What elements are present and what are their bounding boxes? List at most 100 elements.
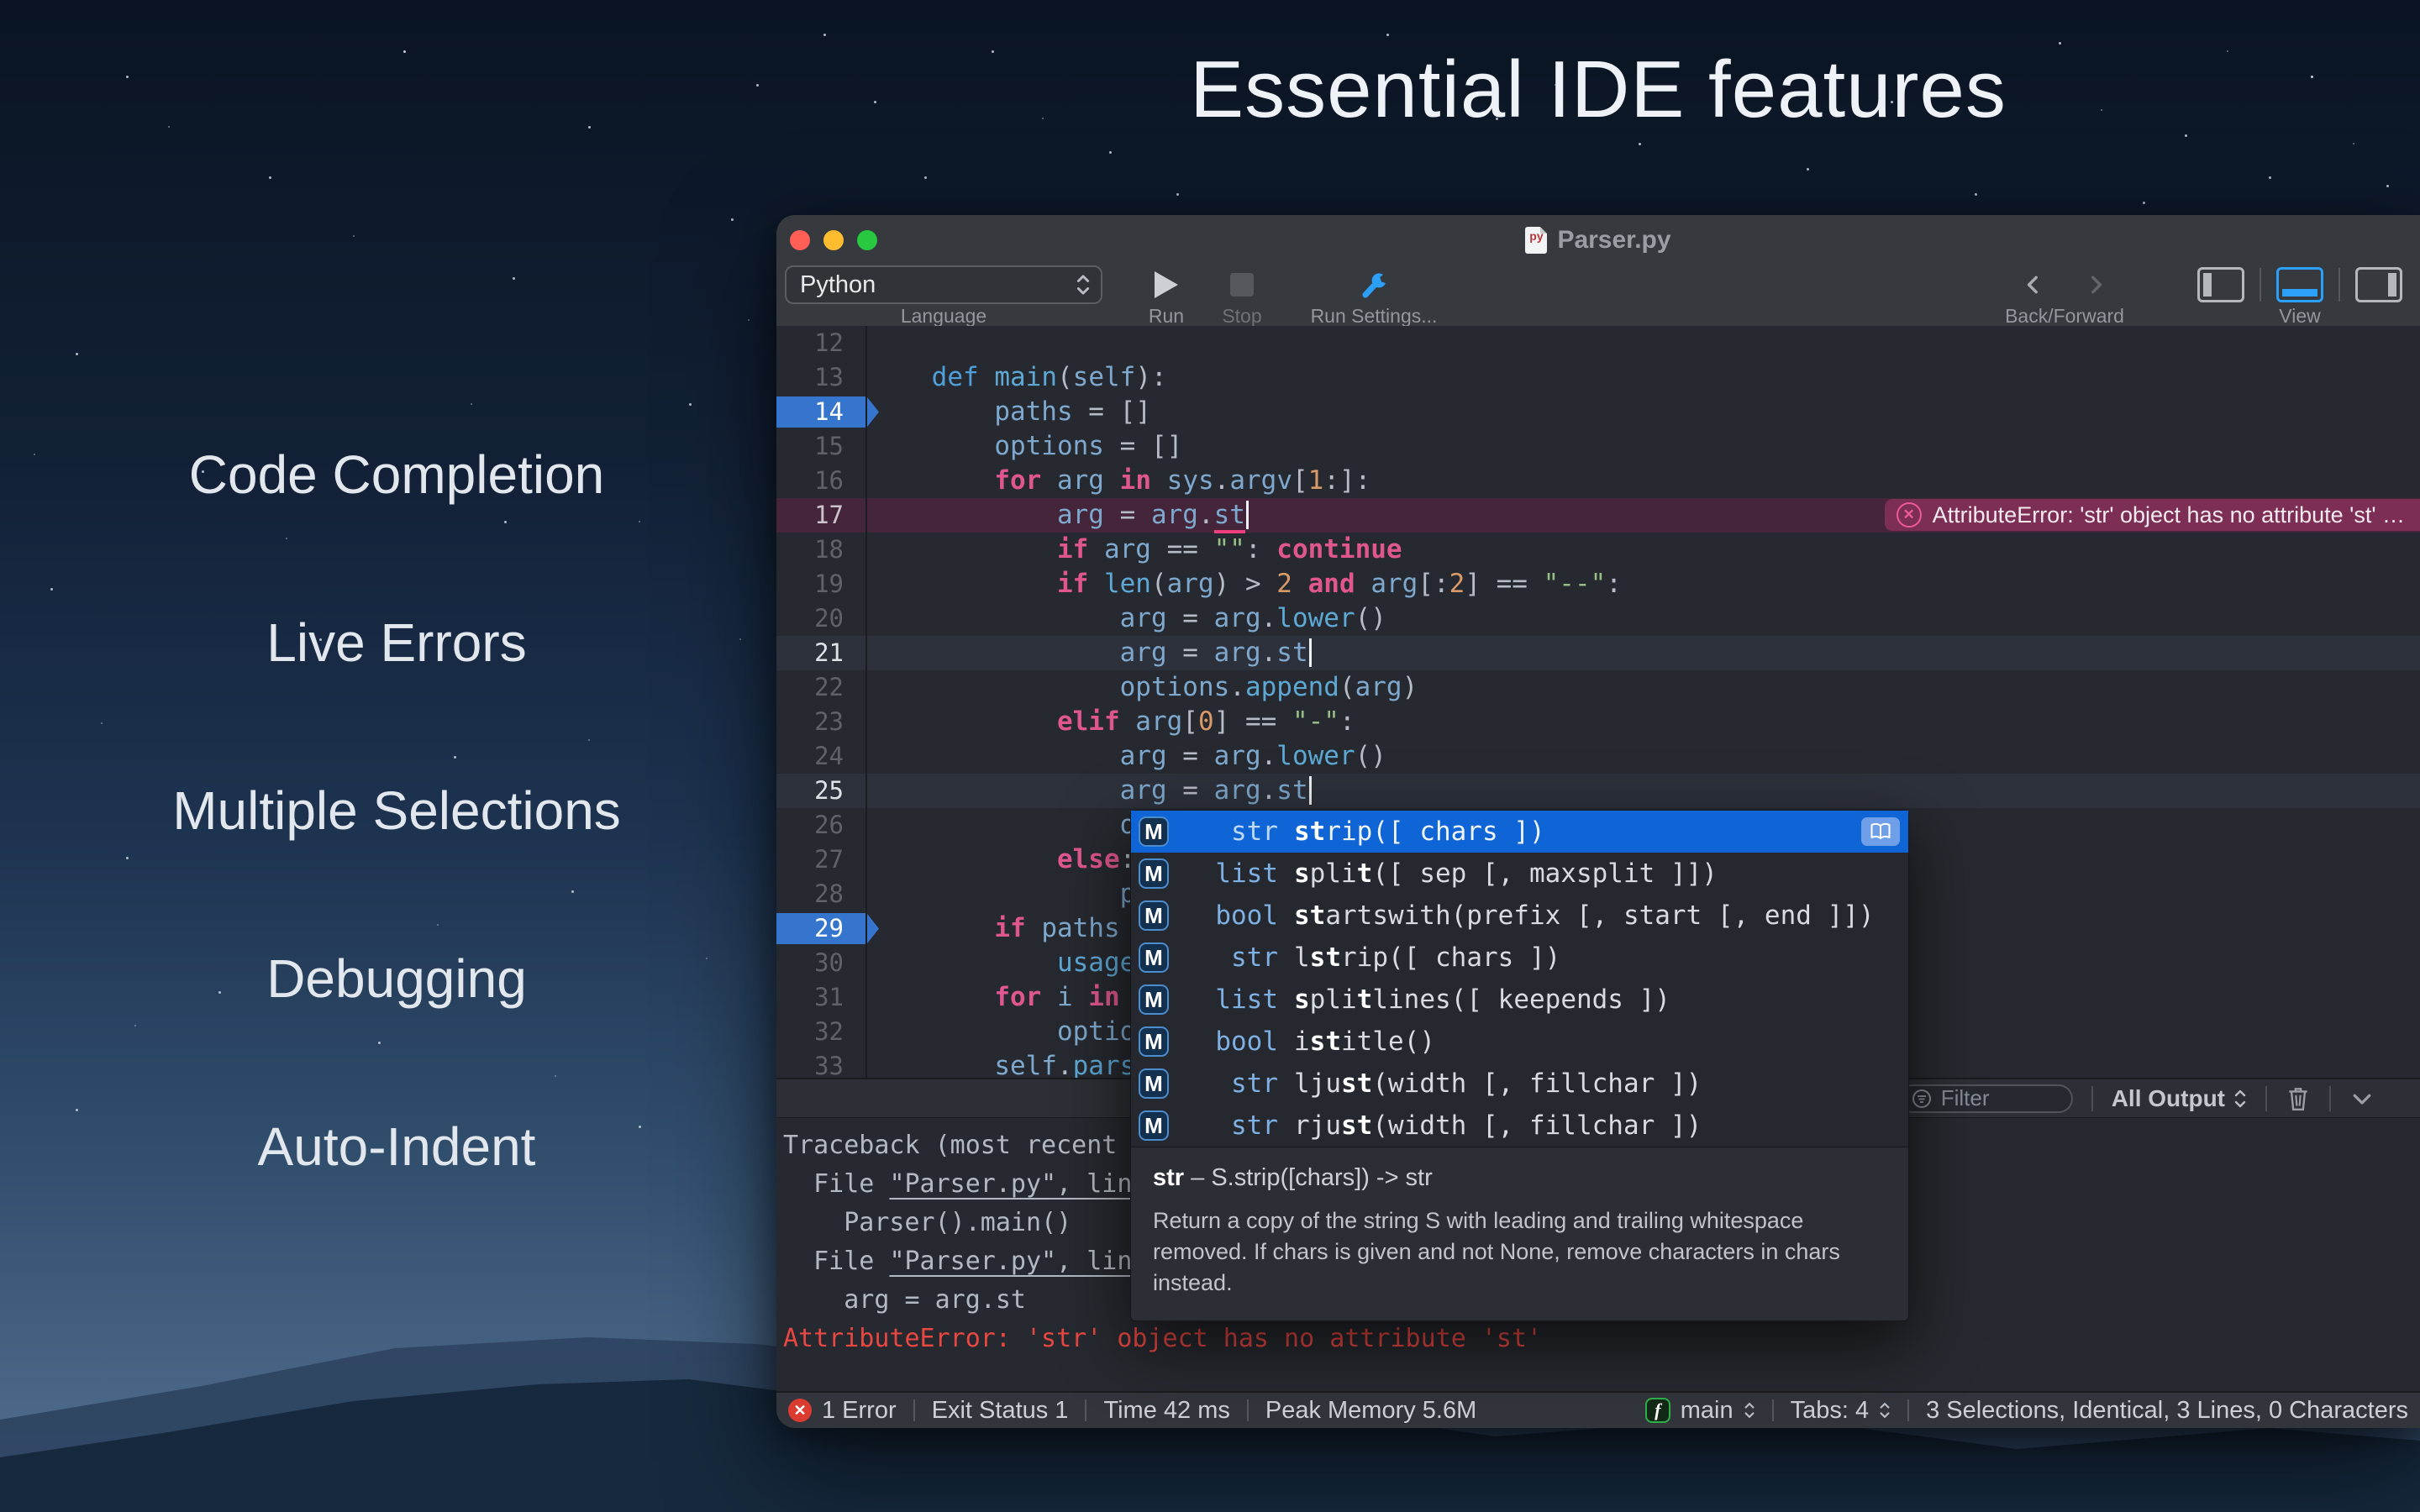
- code-line: 18 if arg == "": continue: [776, 533, 2420, 567]
- code-text[interactable]: if arg == "": continue: [867, 533, 2420, 567]
- code-text[interactable]: [867, 326, 2420, 360]
- line-number[interactable]: 16: [776, 464, 867, 498]
- python-file-icon: py: [1525, 227, 1547, 254]
- line-number[interactable]: 32: [776, 1015, 867, 1049]
- line-number[interactable]: 31: [776, 980, 867, 1015]
- completion-item[interactable]: Mboolistitle(): [1131, 1021, 1908, 1063]
- line-number[interactable]: 28: [776, 877, 867, 911]
- toggle-right-panel-button[interactable]: [2355, 267, 2402, 302]
- collapse-console-button[interactable]: [2349, 1086, 2375, 1111]
- stop-button[interactable]: [1230, 265, 1254, 304]
- line-number[interactable]: 21: [776, 636, 867, 670]
- filter-field[interactable]: [1898, 1084, 2073, 1113]
- completion-item[interactable]: Mstrlstrip([ chars ]): [1131, 937, 1908, 979]
- feature-item: Code Completion: [0, 441, 793, 508]
- code-text[interactable]: arg = arg.st: [867, 774, 2420, 808]
- text-cursor: [1246, 501, 1249, 529]
- line-number[interactable]: 33: [776, 1049, 867, 1078]
- line-number[interactable]: 20: [776, 601, 867, 636]
- completion-item[interactable]: Mboolstartswith(prefix [, start [, end ]…: [1131, 895, 1908, 937]
- updown-chevron-icon: [1076, 272, 1091, 297]
- run-settings-label: Run Settings...: [1311, 305, 1438, 328]
- completion-list: Mstrstrip([ chars ])Mlistsplit([ sep [, …: [1131, 811, 1908, 1147]
- filter-input[interactable]: [1939, 1084, 2052, 1112]
- return-type: list: [1179, 858, 1278, 889]
- clear-console-button[interactable]: [2286, 1085, 2311, 1112]
- completion-item[interactable]: Mlistsplitlines([ keepends ]): [1131, 979, 1908, 1021]
- line-number[interactable]: 19: [776, 567, 867, 601]
- toggle-left-panel-button[interactable]: [2197, 267, 2244, 302]
- feature-item: Debugging: [0, 945, 793, 1012]
- code-line: 17 ✕AttributeError: 'str' object has no a…: [776, 498, 2420, 533]
- completion-item[interactable]: Mstrljust(width [, fillchar ]): [1131, 1063, 1908, 1105]
- run-settings-button[interactable]: [1358, 265, 1390, 304]
- tabs-select[interactable]: Tabs: 4: [1791, 1397, 1891, 1425]
- line-number[interactable]: 24: [776, 739, 867, 774]
- completion-item[interactable]: Mstrstrip([ chars ]): [1131, 811, 1908, 853]
- code-text[interactable]: if len(arg) > 2 and arg[:2] == "--":: [867, 567, 2420, 601]
- line-number[interactable]: 26: [776, 808, 867, 843]
- status-bar: ✕ 1 Error Exit Status 1 Time 42 ms Peak …: [776, 1391, 2420, 1428]
- line-number[interactable]: 22: [776, 670, 867, 705]
- feature-list: Code CompletionLive ErrorsMultiple Selec…: [0, 441, 793, 1180]
- line-number[interactable]: 14: [776, 395, 867, 429]
- line-number[interactable]: 29: [776, 911, 867, 946]
- code-text[interactable]: def main(self):: [867, 360, 2420, 395]
- forward-button[interactable]: [2085, 270, 2107, 299]
- line-number[interactable]: 13: [776, 360, 867, 395]
- line-number[interactable]: 25: [776, 774, 867, 808]
- feature-item: Auto-Indent: [0, 1113, 793, 1180]
- code-line: 20 arg = arg.lower(): [776, 601, 2420, 636]
- language-select[interactable]: Python: [785, 265, 1102, 304]
- git-branch-label: main: [1681, 1397, 1733, 1425]
- code-line: 12: [776, 326, 2420, 360]
- code-text[interactable]: elif arg[0] == "-":: [867, 705, 2420, 739]
- selection-info: 3 Selections, Identical, 3 Lines, 0 Char…: [1926, 1397, 2408, 1425]
- completion-item[interactable]: Mlistsplit([ sep [, maxsplit ]]): [1131, 853, 1908, 895]
- wrench-icon: [1358, 269, 1390, 301]
- play-icon: [1155, 271, 1178, 298]
- completion-item[interactable]: Mstrrjust(width [, fillchar ]): [1131, 1105, 1908, 1147]
- doc-signature: str – S.strip([chars]) -> str: [1153, 1164, 1886, 1192]
- error-count[interactable]: ✕ 1 Error: [788, 1397, 897, 1425]
- stop-icon: [1230, 273, 1254, 297]
- feature-item: Live Errors: [0, 609, 793, 676]
- git-branch-icon: f: [1645, 1398, 1670, 1423]
- view-label: View: [2279, 305, 2320, 328]
- code-line: 15 options = []: [776, 429, 2420, 464]
- line-number[interactable]: 12: [776, 326, 867, 360]
- peak-memory: Peak Memory 5.6M: [1265, 1397, 1476, 1425]
- code-text[interactable]: arg = arg.lower(): [867, 601, 2420, 636]
- error-badge-icon: ✕: [788, 1399, 812, 1422]
- back-button[interactable]: [2023, 270, 2044, 299]
- inline-error-annotation[interactable]: ✕AttributeError: 'str' object has no att…: [1885, 499, 2420, 531]
- starfield-dim: [0, 0, 2, 2]
- code-text[interactable]: arg = arg.st: [867, 636, 2420, 670]
- line-number[interactable]: 27: [776, 843, 867, 877]
- documentation-book-icon[interactable]: [1861, 817, 1900, 846]
- code-text[interactable]: arg = arg.lower(): [867, 739, 2420, 774]
- language-value: Python: [800, 271, 876, 299]
- back-forward-label: Back/Forward: [2005, 305, 2124, 328]
- line-number[interactable]: 17: [776, 498, 867, 533]
- run-button[interactable]: [1155, 265, 1178, 304]
- code-text[interactable]: paths = []: [867, 395, 2420, 429]
- line-number[interactable]: 30: [776, 946, 867, 980]
- line-number[interactable]: 15: [776, 429, 867, 464]
- code-text[interactable]: options.append(arg): [867, 670, 2420, 705]
- method-icon: M: [1139, 900, 1169, 931]
- git-branch-select[interactable]: f main: [1645, 1397, 1755, 1425]
- code-text[interactable]: for arg in sys.argv[1:]:: [867, 464, 2420, 498]
- line-number[interactable]: 18: [776, 533, 867, 567]
- toolbar: Python Language Run Stop Run Settings...: [776, 265, 2420, 327]
- return-type: str: [1179, 816, 1278, 847]
- method-signature: splitlines([ keepends ]): [1294, 984, 1670, 1015]
- return-type: str: [1179, 1110, 1278, 1141]
- toggle-bottom-panel-button[interactable]: [2276, 267, 2323, 302]
- method-icon: M: [1139, 942, 1169, 973]
- line-number[interactable]: 23: [776, 705, 867, 739]
- code-text[interactable]: options = []: [867, 429, 2420, 464]
- error-text: AttributeError: 'str' object has no attr…: [783, 1324, 1542, 1353]
- output-scope-select[interactable]: All Output: [2112, 1085, 2247, 1112]
- window-titlebar[interactable]: py Parser.py: [776, 215, 2420, 265]
